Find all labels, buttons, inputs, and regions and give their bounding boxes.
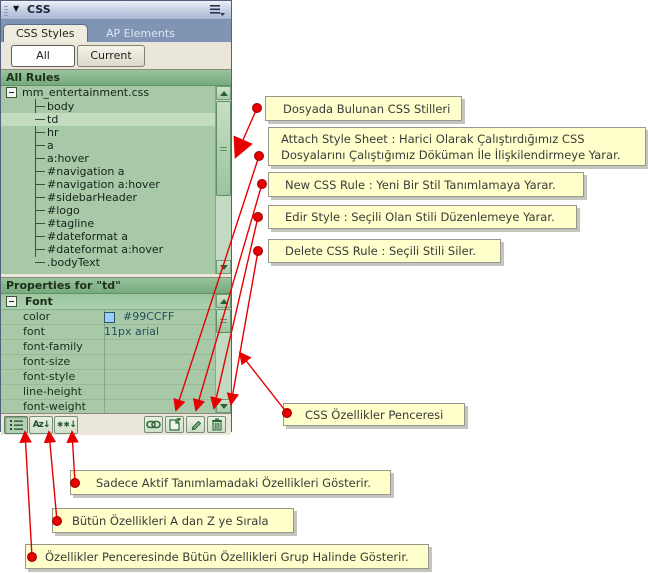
property-row[interactable]: line-height xyxy=(1,385,231,400)
panel-title: CSS xyxy=(27,3,51,16)
callout-css-properties-window: CSS Özellikler Penceresi xyxy=(283,403,465,426)
scroll-thumb[interactable] xyxy=(216,309,231,333)
properties-header: Properties for "td" xyxy=(1,277,231,294)
rule-item[interactable]: .bodyText xyxy=(1,256,231,269)
rule-item[interactable]: body xyxy=(1,100,231,113)
callout-css-styles-in-file: Dosyada Bulunan CSS Stilleri xyxy=(265,96,462,121)
current-button[interactable]: Current xyxy=(77,45,145,67)
properties-scrollbar[interactable] xyxy=(215,294,231,413)
rule-tree: body td hr a a:hover #navigation a #navi… xyxy=(1,100,231,269)
css-panel: ▼ CSS CSS Styles AP Elements All Current… xyxy=(0,0,232,432)
collapse-arrow-icon[interactable]: ▼ xyxy=(13,4,19,13)
rule-item[interactable]: a:hover xyxy=(1,152,231,165)
trash-icon xyxy=(211,418,223,431)
filter-bar: All Current xyxy=(1,42,231,69)
new-document-icon xyxy=(168,418,181,431)
panel-header[interactable]: ▼ CSS xyxy=(1,1,231,20)
callout-sort-a-z: Bütün Özellikleri A dan Z ye Sırala xyxy=(52,508,294,533)
rule-item[interactable]: #logo xyxy=(1,204,231,217)
scroll-up-icon[interactable] xyxy=(216,86,231,100)
property-row[interactable]: font-style xyxy=(1,370,231,385)
property-rows: color #99CCFF font 11px arial font-famil… xyxy=(1,310,231,413)
collapse-minus-icon[interactable] xyxy=(6,296,17,307)
show-set-properties-button[interactable]: ∗∗↓ xyxy=(54,416,78,434)
callout-group-view: Özellikler Penceresinde Bütün Özellikler… xyxy=(25,544,429,569)
rule-item[interactable]: #navigation a xyxy=(1,165,231,178)
property-row[interactable]: font-size xyxy=(1,355,231,370)
panel-menu-icon[interactable] xyxy=(209,4,225,16)
tab-ap-elements[interactable]: AP Elements xyxy=(106,27,175,40)
all-rules-list: mm_entertainment.css body td hr a a:hove… xyxy=(1,86,231,274)
category-view-icon xyxy=(9,419,24,431)
stylesheet-row[interactable]: mm_entertainment.css xyxy=(1,86,231,100)
property-row[interactable]: color #99CCFF xyxy=(1,310,231,325)
edit-style-button[interactable] xyxy=(186,416,205,433)
callout-new-css-rule: New CSS Rule : Yeni Bir Stil Tanımlamaya… xyxy=(268,172,584,197)
callout-edit-style: Edir Style : Seçili Olan Stili Düzenleme… xyxy=(268,205,577,229)
callout-delete-css-rule: Delete CSS Rule : Seçili Stili Siler. xyxy=(268,239,501,263)
sort-a-z-button[interactable]: Az↓ xyxy=(29,416,53,434)
tab-bar: CSS Styles AP Elements xyxy=(1,20,231,42)
rule-item[interactable]: hr xyxy=(1,126,231,139)
property-row[interactable]: font-family xyxy=(1,340,231,355)
font-group-row[interactable]: Font xyxy=(1,294,231,310)
chain-link-icon xyxy=(146,420,161,429)
rule-item-selected[interactable]: td xyxy=(1,113,231,126)
new-css-rule-button[interactable] xyxy=(165,416,184,433)
rule-item[interactable]: #sidebarHeader xyxy=(1,191,231,204)
sort-a-z-icon: Az↓ xyxy=(33,420,50,430)
stylesheet-name: mm_entertainment.css xyxy=(22,86,149,99)
panel-grip-icon[interactable] xyxy=(4,4,8,16)
all-rules-header: All Rules xyxy=(1,69,231,86)
bottom-toolbar: Az↓ ∗∗↓ xyxy=(1,413,231,435)
pencil-icon xyxy=(189,418,202,431)
rule-item[interactable]: #dateformat a:hover xyxy=(1,243,231,256)
collapse-minus-icon[interactable] xyxy=(6,87,17,98)
callout-show-set-properties: Sadece Aktif Tanımlamadaki Özellikleri G… xyxy=(70,470,391,495)
rule-item[interactable]: a xyxy=(1,139,231,152)
delete-css-rule-button[interactable] xyxy=(207,416,226,433)
attach-style-sheet-button[interactable] xyxy=(144,416,163,433)
property-row[interactable]: font 11px arial xyxy=(1,325,231,340)
column-divider xyxy=(104,310,105,413)
all-button[interactable]: All xyxy=(11,45,75,67)
scroll-thumb[interactable] xyxy=(216,101,231,196)
properties-pane: Font color #99CCFF font 11px arial font-… xyxy=(1,294,231,413)
screen: ▼ CSS CSS Styles AP Elements All Current… xyxy=(0,0,648,573)
tab-css-styles[interactable]: CSS Styles xyxy=(3,24,88,42)
rule-item[interactable]: #tagline xyxy=(1,217,231,230)
scroll-down-icon[interactable] xyxy=(216,399,231,413)
rules-scrollbar[interactable] xyxy=(215,86,231,274)
scroll-up-icon[interactable] xyxy=(216,294,231,308)
set-properties-icon: ∗∗↓ xyxy=(56,420,76,430)
rule-item[interactable]: #dateformat a xyxy=(1,230,231,243)
color-swatch[interactable] xyxy=(104,312,115,323)
property-row[interactable]: font-weight xyxy=(1,400,231,413)
scroll-down-icon[interactable] xyxy=(216,260,231,274)
group-label: Font xyxy=(25,295,53,308)
rule-item[interactable]: #navigation a:hover xyxy=(1,178,231,191)
callout-attach-style-sheet: Attach Style Sheet : Harici Olarak Çalış… xyxy=(268,127,646,166)
show-category-view-button[interactable] xyxy=(4,416,28,434)
